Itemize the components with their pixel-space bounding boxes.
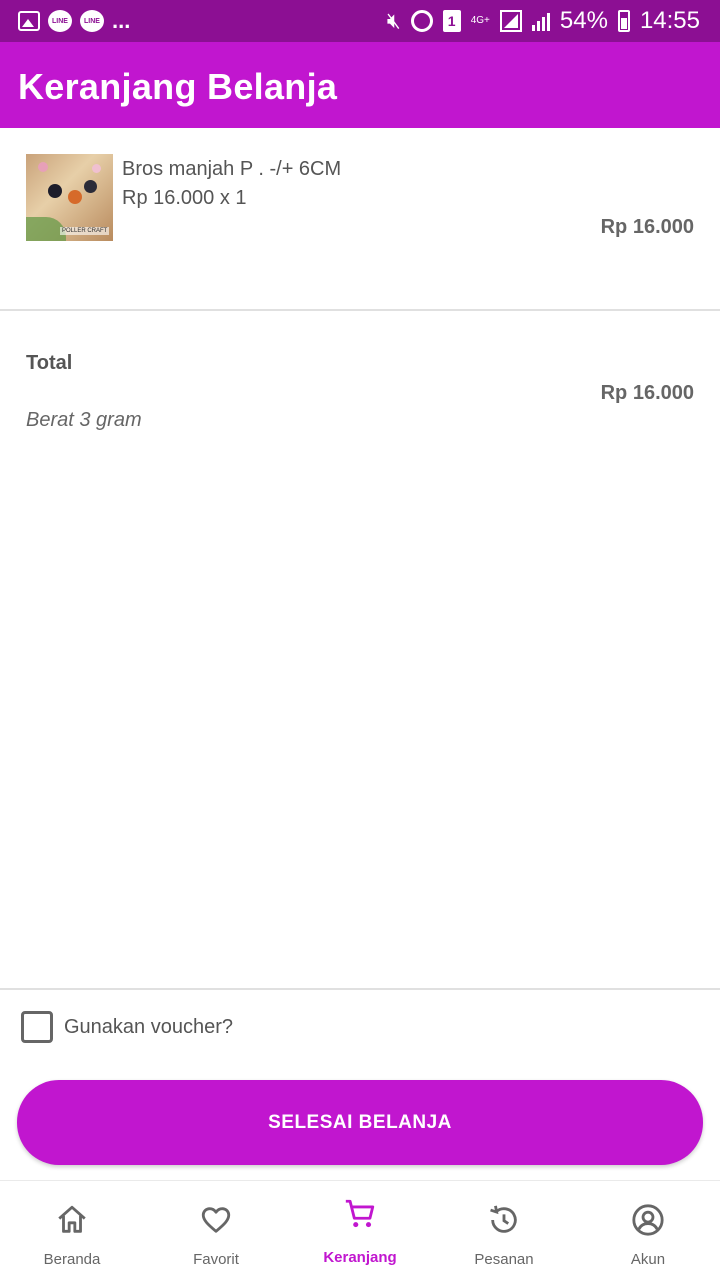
system-icons: 🔇︎ 1 4G+ 54% 14:55 bbox=[387, 6, 700, 36]
cart-icon bbox=[345, 1199, 375, 1228]
network-type: 4G+ bbox=[470, 15, 490, 26]
voucher-checkbox[interactable] bbox=[21, 1011, 53, 1043]
gallery-icon bbox=[18, 11, 40, 31]
sim-icon: 1 bbox=[442, 10, 461, 32]
page-title: Keranjang Belanja bbox=[18, 66, 338, 107]
nav-label: Keranjang bbox=[323, 1249, 397, 1266]
battery-icon bbox=[617, 10, 630, 32]
nav-item-keranjang[interactable]: Keranjang bbox=[288, 1181, 432, 1280]
signal-bars-icon bbox=[531, 11, 550, 31]
status-bar: LINE LINE ... 🔇︎ 1 4G+ 54% 14:55 bbox=[0, 0, 720, 42]
item-subtotal: Rp 16.000 bbox=[600, 216, 694, 238]
nav-item-pesanan[interactable]: Pesanan bbox=[432, 1181, 576, 1280]
total-label: Total bbox=[26, 352, 73, 374]
weight-info: Berat 3 gram bbox=[26, 409, 142, 431]
clock: 14:55 bbox=[639, 7, 700, 34]
alarm-icon bbox=[410, 10, 433, 32]
nav-item-akun[interactable]: Akun bbox=[576, 1181, 720, 1280]
nav-item-beranda[interactable]: Beranda bbox=[0, 1181, 144, 1280]
product-thumbnail[interactable]: POLLER CRAFT bbox=[26, 154, 113, 241]
notification-icons: LINE LINE ... bbox=[18, 8, 130, 34]
line-app-icon: LINE bbox=[80, 10, 104, 32]
nav-label: Favorit bbox=[193, 1251, 239, 1268]
nav-label: Beranda bbox=[43, 1251, 101, 1268]
mute-icon: 🔇︎ bbox=[386, 8, 401, 33]
home-icon bbox=[58, 1205, 86, 1233]
product-name: Bros manjah P . -/+ 6CM bbox=[122, 158, 342, 180]
more-notifications: ... bbox=[112, 8, 131, 33]
nav-label: Akun bbox=[630, 1251, 666, 1268]
cart-item[interactable]: POLLER CRAFT Bros manjah P . -/+ 6CM Rp … bbox=[0, 128, 720, 311]
signal-icon bbox=[499, 10, 522, 32]
total-value: Rp 16.000 bbox=[600, 382, 694, 404]
bottom-navigation: Beranda Favorit Keranjang Pesanan Akun bbox=[0, 1180, 720, 1280]
app-bar: Keranjang Belanja bbox=[0, 42, 720, 128]
nav-label: Pesanan bbox=[474, 1251, 534, 1268]
history-icon bbox=[490, 1205, 517, 1233]
divider bbox=[0, 988, 720, 990]
voucher-label[interactable]: Gunakan voucher? bbox=[64, 1016, 233, 1039]
thumbnail-brand-text: POLLER CRAFT bbox=[60, 227, 110, 235]
account-icon bbox=[632, 1204, 664, 1236]
battery-percent: 54% bbox=[559, 7, 608, 34]
heart-icon bbox=[201, 1207, 231, 1233]
nav-item-favorit[interactable]: Favorit bbox=[144, 1181, 288, 1280]
checkout-button[interactable]: SELESAI BELANJA bbox=[17, 1080, 703, 1165]
line-app-icon: LINE bbox=[48, 10, 72, 32]
voucher-option[interactable]: Gunakan voucher? bbox=[21, 1011, 233, 1043]
product-price-qty: Rp 16.000 x 1 bbox=[122, 187, 247, 209]
